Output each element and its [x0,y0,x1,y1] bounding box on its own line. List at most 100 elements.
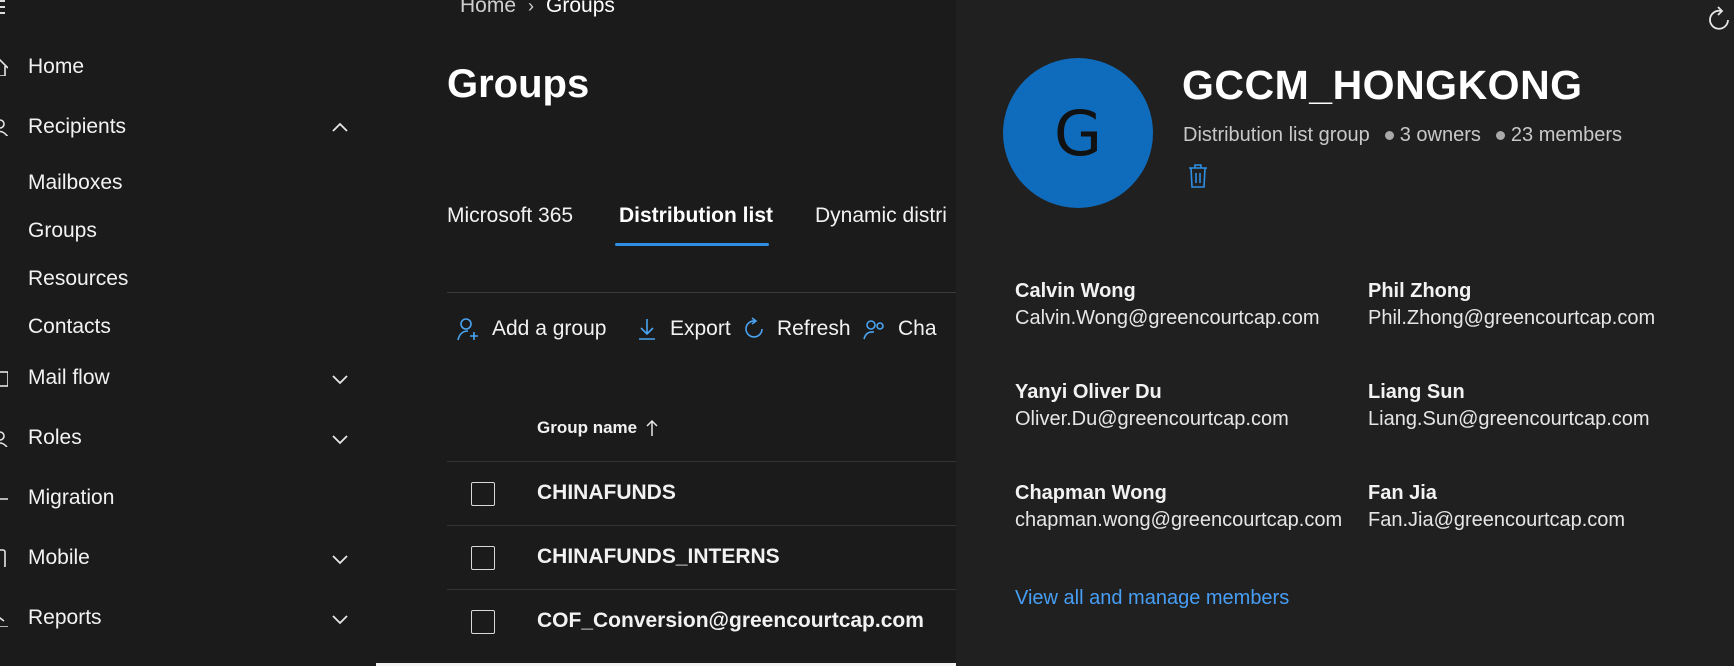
left-navigation: Home Recipients Mailboxes Groups Resourc… [0,0,376,666]
group-type: Distribution list group [1183,124,1370,146]
roles-icon [0,429,8,447]
change-label: Cha [898,317,937,340]
nav-label: Resources [28,267,129,290]
tab-dynamic-distribution[interactable]: Dynamic distri [815,204,947,228]
avatar-initial: G [1053,96,1103,170]
refresh-icon [745,317,763,338]
refresh-label: Refresh [777,317,851,340]
members-count: 23 members [1510,124,1623,146]
group-details-panel: G GCCM_HONGKONG Distribution list group … [956,0,1734,666]
group-type-tabs: Microsoft 365 Distribution list Dynamic … [447,200,967,250]
group-title: GCCM_HONGKONG [1182,62,1583,108]
groups-main-content: Home › Groups Groups Microsoft 365 Distr… [376,0,967,663]
member-card: Phil Zhong Phil.Zhong@greencourtcap.com [1368,280,1728,330]
home-icon [0,58,8,76]
export-label: Export [670,317,731,340]
tab-microsoft-365[interactable]: Microsoft 365 [447,204,573,228]
nav-label: Contacts [28,315,111,338]
chevron-right-icon: › [528,0,535,16]
table-row[interactable]: CHINAFUNDS [447,461,967,525]
nav-label: Groups [28,219,97,242]
breadcrumb-home-link[interactable]: Home [460,0,516,18]
row-checkbox[interactable] [471,546,495,570]
command-bar: Add a group Export Refresh Cha [456,312,966,346]
people-swap-icon [863,320,884,340]
mobile-icon [0,549,8,567]
member-email: Phil.Zhong@greencourtcap.com [1368,307,1656,329]
member-name: Yanyi Oliver Du [1015,381,1162,403]
member-card: Liang Sun Liang.Sun@greencourtcap.com [1368,381,1728,431]
toolbar-divider [447,292,967,293]
member-email: Liang.Sun@greencourtcap.com [1368,408,1650,430]
refresh-icon[interactable] [1708,4,1734,34]
add-group-button[interactable]: Add a group [456,312,606,346]
member-email: Oliver.Du@greencourtcap.com [1015,408,1289,430]
nav-item-mobile[interactable]: Mobile [0,538,376,578]
row-checkbox[interactable] [471,482,495,506]
mail-flow-icon [0,369,8,387]
nav-label: Roles [28,426,82,449]
separator-dot [1384,131,1394,140]
chevron-down-icon[interactable] [330,369,350,389]
nav-label: Mailboxes [28,171,123,194]
nav-label: Mobile [28,546,90,569]
separator-dot [1495,131,1505,140]
nav-item-migration[interactable]: Migration [0,478,376,518]
nav-item-reports[interactable]: Reports [0,598,376,638]
member-email: chapman.wong@greencourtcap.com [1015,509,1343,531]
nav-item-contacts[interactable]: Contacts [0,307,376,347]
column-header-label: Group name [537,418,638,437]
chevron-down-icon[interactable] [330,609,350,629]
member-card: Chapman Wong chapman.wong@greencourtcap.… [1015,482,1375,532]
breadcrumb-current: Groups [546,0,615,17]
chevron-up-icon[interactable] [330,118,350,138]
column-header-group-name[interactable]: Group name [537,418,659,438]
group-avatar: G [1003,58,1153,208]
row-checkbox[interactable] [471,610,495,634]
member-name: Chapman Wong [1015,482,1167,504]
change-button[interactable]: Cha [862,312,937,346]
nav-item-resources[interactable]: Resources [0,259,376,299]
sort-ascending-icon [646,419,658,436]
breadcrumb: Home › Groups [460,0,615,18]
member-name: Phil Zhong [1368,280,1472,302]
view-all-members-link[interactable]: View all and manage members [1015,587,1289,610]
tab-distribution-list[interactable]: Distribution list [619,204,773,228]
add-group-label: Add a group [492,317,607,340]
member-email: Calvin.Wong@greencourtcap.com [1015,307,1320,329]
nav-item-home[interactable]: Home [0,47,376,87]
group-name-cell[interactable]: CHINAFUNDS_INTERNS [537,545,780,569]
nav-item-roles[interactable]: Roles [0,418,376,458]
nav-label: Migration [28,486,115,509]
nav-label: Home [28,55,85,78]
person-icon [0,118,8,136]
nav-item-mailboxes[interactable]: Mailboxes [0,163,376,203]
group-name-cell[interactable]: COF_Conversion@greencourtcap.com [537,609,924,633]
table-row[interactable]: COF_Conversion@greencourtcap.com [447,589,967,653]
member-email: Fan.Jia@greencourtcap.com [1368,509,1626,531]
chevron-down-icon[interactable] [330,549,350,569]
member-card: Fan Jia Fan.Jia@greencourtcap.com [1368,482,1728,532]
member-name: Fan Jia [1368,482,1437,504]
page-title: Groups [447,62,590,106]
active-tab-indicator [615,243,769,246]
menu-icon[interactable] [0,0,8,16]
reports-icon [0,609,8,627]
group-meta: Distribution list group 3 owners 23 memb… [1183,124,1622,147]
member-card: Calvin Wong Calvin.Wong@greencourtcap.co… [1015,280,1375,330]
export-button[interactable]: Export [634,312,731,346]
table-row[interactable]: CHINAFUNDS_INTERNS [447,525,967,589]
owners-count: 3 owners [1399,124,1481,146]
nav-item-groups[interactable]: Groups [0,211,376,251]
nav-label: Mail flow [28,366,110,389]
add-person-icon [457,318,478,341]
member-name: Calvin Wong [1015,280,1136,302]
nav-item-mail-flow[interactable]: Mail flow [0,358,376,398]
nav-item-recipients[interactable]: Recipients [0,107,376,147]
nav-label: Reports [28,606,102,629]
chevron-down-icon[interactable] [330,429,350,449]
delete-icon[interactable] [1186,163,1210,189]
refresh-button[interactable]: Refresh [741,312,851,346]
group-name-cell[interactable]: CHINAFUNDS [537,481,676,505]
nav-label: Recipients [28,115,127,138]
